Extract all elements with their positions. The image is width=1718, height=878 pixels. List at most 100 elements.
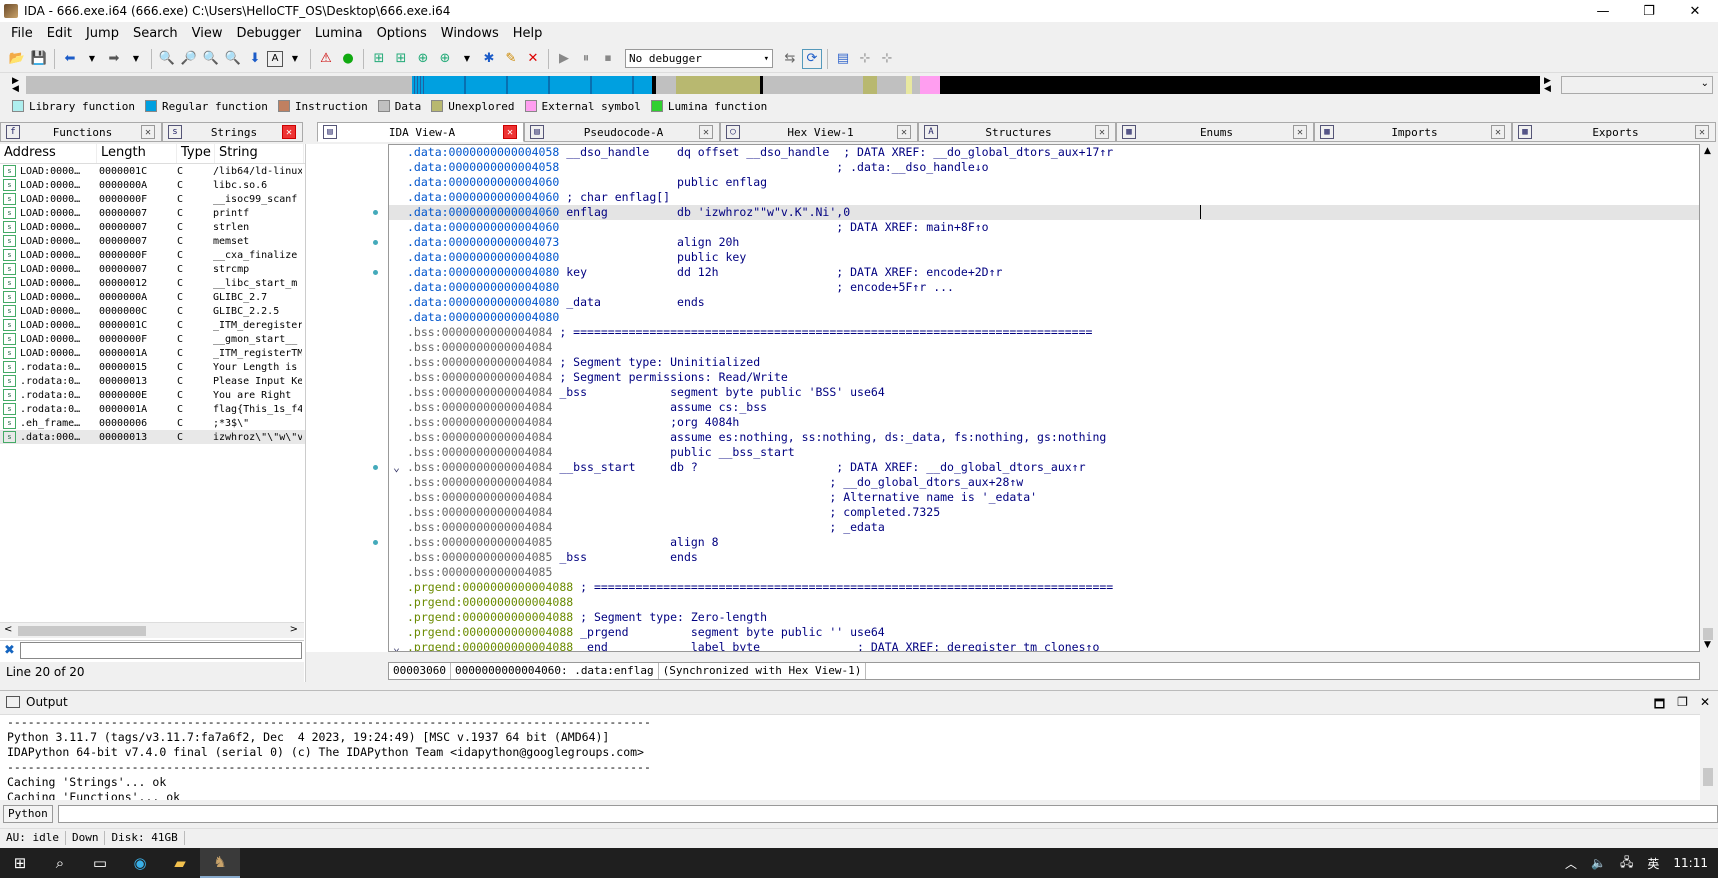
close-tab-icon[interactable]: ✕ — [141, 125, 155, 139]
windows-start-icon[interactable]: ⊞ — [0, 848, 40, 878]
listing-line[interactable]: .prgend:0000000000004088 ; =============… — [389, 580, 1699, 595]
search-next-icon[interactable]: 🔍 — [223, 49, 243, 69]
tab-pseudocode-a[interactable]: ▤ Pseudocode-A ✕ — [524, 122, 720, 142]
breakpoint-icon[interactable]: ✱ — [479, 49, 499, 69]
tab-functions[interactable]: f Functions ✕ — [0, 122, 162, 142]
tab-enums[interactable]: ▦ Enums ✕ — [1116, 122, 1314, 142]
debugger-select[interactable]: No debugger ▾ — [625, 49, 773, 68]
minimize-button[interactable]: — — [1580, 0, 1626, 22]
save-icon[interactable]: 💾 — [29, 49, 49, 69]
menu-windows[interactable]: Windows — [434, 24, 506, 43]
terminal-icon[interactable]: ▭ — [80, 848, 120, 878]
patch-icon[interactable]: ✎ — [501, 49, 521, 69]
table-row[interactable]: s .data:000… 00000013 Cizwhroz\"\"w\"v — [0, 430, 305, 444]
listing-line[interactable]: .prgend:0000000000004088 _prgend segment… — [389, 625, 1699, 640]
search-text-icon[interactable]: 🔎 — [179, 49, 199, 69]
file-explorer-icon[interactable]: ▰ — [160, 848, 200, 878]
chevron-up-icon[interactable]: ︿ — [1565, 855, 1577, 872]
remove-breakpoint-icon[interactable]: ⊹ — [877, 49, 897, 69]
tab-imports[interactable]: ▦ Imports ✕ — [1314, 122, 1512, 142]
listing-line[interactable]: .data:0000000000004080 — [389, 310, 1699, 325]
listing-line[interactable]: .bss:0000000000004084 — [389, 340, 1699, 355]
close-tab-icon[interactable]: ✕ — [1491, 125, 1505, 139]
listing-line[interactable]: .bss:0000000000004085 _bss ends — [389, 550, 1699, 565]
listing-line[interactable]: .bss:0000000000004085 align 8 — [389, 535, 1699, 550]
table-row[interactable]: s LOAD:0000… 00000007 Cstrcmp — [0, 262, 305, 276]
column-header-type[interactable]: Type — [177, 144, 215, 163]
table-row[interactable]: s LOAD:0000… 0000000F C __cxa_finalize — [0, 248, 305, 262]
fold-chevron-icon[interactable]: ⌄ — [393, 460, 400, 475]
chevron-down-icon[interactable]: ▼ — [126, 49, 146, 69]
add-segment-icon[interactable]: ⊕ — [413, 49, 433, 69]
scroll-thumb[interactable] — [18, 626, 146, 636]
scroll-thumb[interactable] — [1703, 628, 1713, 640]
table-row[interactable]: s .rodata:0… 00000015 C Your Length is — [0, 360, 305, 374]
menu-edit[interactable]: Edit — [40, 24, 79, 43]
table-row[interactable]: s .rodata:0… 0000000E C You are Right — [0, 388, 305, 402]
nav-right-arrow-icon[interactable]: ▶ ◀ — [1544, 77, 1551, 94]
listing-line[interactable]: .data:0000000000004058 ; .data:__dso_han… — [389, 160, 1699, 175]
search-binary-icon[interactable]: 🔍 — [157, 49, 177, 69]
open-folder-icon[interactable]: 📂 — [7, 49, 27, 69]
listing-line[interactable]: .data:0000000000004080 key dd 12h ; DATA… — [389, 265, 1699, 280]
breakpoint-dot-icon[interactable] — [373, 270, 378, 275]
chevron-down-icon[interactable]: ▼ — [82, 49, 102, 69]
menu-jump[interactable]: Jump — [79, 24, 126, 43]
listing-line[interactable]: .data:0000000000004060 public enflag — [389, 175, 1699, 190]
listing-line[interactable]: .bss:0000000000004084 ; Segment permissi… — [389, 370, 1699, 385]
chevron-down-icon[interactable]: ▼ — [285, 49, 305, 69]
tab-ida-view-a[interactable]: ▤ IDA View-A ✕ — [317, 122, 524, 142]
breakpoint-dot-icon[interactable] — [373, 240, 378, 245]
table-row[interactable]: s .eh_frame… 00000006 C ;*3$\" — [0, 416, 305, 430]
debugger-attach-icon[interactable]: ⇆ — [780, 49, 800, 69]
menu-help[interactable]: Help — [506, 24, 550, 43]
scroll-right-icon[interactable]: > — [290, 624, 298, 635]
table-row[interactable]: s LOAD:0000… 00000012 C __libc_start_m — [0, 276, 305, 290]
close-tab-icon[interactable]: ✕ — [897, 125, 911, 139]
output-text[interactable]: ----------------------------------------… — [0, 714, 1700, 800]
listing-line[interactable]: .bss:0000000000004084 ; Segment type: Un… — [389, 355, 1699, 370]
table-row[interactable]: s LOAD:0000… 00000007 Cmemset — [0, 234, 305, 248]
listing-line[interactable]: .bss:0000000000004084 ;org 4084h — [389, 415, 1699, 430]
network-icon[interactable]: 🖧 — [1620, 853, 1633, 874]
listing-line[interactable]: ⌄ .prgend:0000000000004088 _end label byt… — [389, 640, 1699, 651]
ida-taskbar-icon[interactable]: ♞ — [200, 848, 240, 878]
tab-hex-view-1[interactable]: ◯ Hex View-1 ✕ — [720, 122, 918, 142]
scroll-up-icon[interactable]: ▲ — [1704, 146, 1711, 156]
maximize-button[interactable]: ❐ — [1626, 0, 1672, 22]
menu-options[interactable]: Options — [370, 24, 434, 43]
clear-filter-icon[interactable]: ✖ — [4, 643, 20, 658]
scroll-down-icon[interactable]: ▼ — [1704, 640, 1711, 650]
tab-structures[interactable]: A Structures ✕ — [918, 122, 1116, 142]
table-row[interactable]: s .rodata:0… 00000013 C Please Input Ke — [0, 374, 305, 388]
listing-line[interactable]: .bss:0000000000004084 ; completed.7325 — [389, 505, 1699, 520]
float-window-icon[interactable]: 🗖 — [1654, 695, 1665, 716]
green-circle-icon[interactable]: ● — [338, 49, 358, 69]
menu-file[interactable]: File — [4, 24, 40, 43]
edge-browser-icon[interactable]: ◉ — [120, 848, 160, 878]
stop-icon[interactable]: ⏹ — [598, 49, 618, 69]
listing-line[interactable]: .data:0000000000004060 enflag db 'izwhro… — [389, 205, 1699, 220]
forward-arrow-icon[interactable]: ➡ — [104, 49, 124, 69]
fold-chevron-icon[interactable]: ⌄ — [393, 640, 400, 651]
listing-line[interactable]: .data:0000000000004060 ; DATA XREF: main… — [389, 220, 1699, 235]
listing-line[interactable]: .data:0000000000004080 public key — [389, 250, 1699, 265]
table-row[interactable]: s LOAD:0000… 0000000A C GLIBC_2.7 — [0, 290, 305, 304]
listing-line[interactable]: .prgend:0000000000004088 ; Segment type:… — [389, 610, 1699, 625]
play-icon[interactable]: ▶ — [554, 49, 574, 69]
listing-line[interactable]: .bss:0000000000004084 ; ================… — [389, 325, 1699, 340]
column-header-length[interactable]: Length — [97, 144, 177, 163]
ida-view-listing[interactable]: .data:0000000000004058 __dso_handle dq o… — [388, 144, 1700, 652]
close-tab-icon[interactable]: ✕ — [1095, 125, 1109, 139]
tab-strings[interactable]: s Strings ✕ — [162, 122, 303, 142]
disasm-vertical-scrollbar[interactable] — [1700, 144, 1717, 652]
list-view-icon[interactable]: ▤ — [833, 49, 853, 69]
tab-exports[interactable]: ▦ Exports ✕ — [1512, 122, 1716, 142]
listing-line[interactable]: ⌄ .bss:0000000000004084 __bss_start db ? … — [389, 460, 1699, 475]
add-struct-icon[interactable]: ⊕ — [435, 49, 455, 69]
column-header-string[interactable]: String — [215, 144, 304, 163]
menu-lumina[interactable]: Lumina — [308, 24, 370, 43]
listing-line[interactable]: .bss:0000000000004084 _bss segment byte … — [389, 385, 1699, 400]
python-command-input[interactable] — [57, 805, 1718, 823]
close-output-icon[interactable]: ✕ — [1700, 695, 1710, 716]
